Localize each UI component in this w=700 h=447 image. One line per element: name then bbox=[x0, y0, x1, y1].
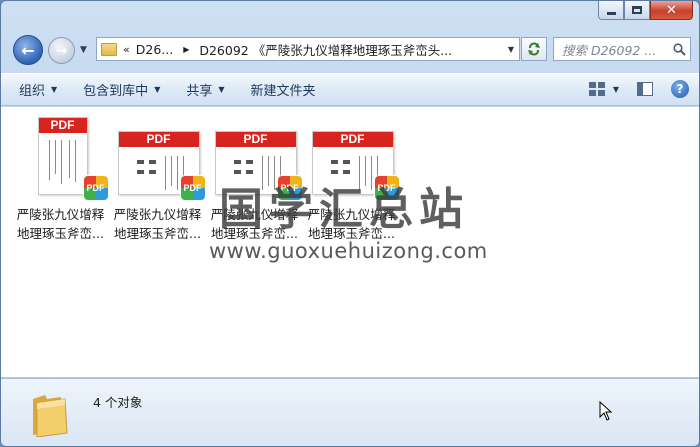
refresh-button[interactable] bbox=[521, 37, 547, 61]
item-count: 4 个对象 bbox=[93, 395, 143, 410]
file-thumbnail: PDF PDF bbox=[19, 113, 109, 201]
details-pane: 4 个对象 bbox=[1, 378, 699, 446]
address-dropdown[interactable]: ▼ bbox=[503, 45, 519, 54]
pdf-page-preview: PDF bbox=[37, 117, 88, 195]
pdf-banner: PDF bbox=[312, 132, 393, 147]
search-input[interactable]: 搜索 D26092 ... bbox=[562, 40, 668, 59]
close-icon: ✕ bbox=[666, 2, 677, 18]
back-button[interactable]: ← bbox=[13, 35, 43, 65]
chevron-down-icon: ▼ bbox=[154, 85, 161, 94]
breadcrumb-separator-icon[interactable]: ▶ bbox=[183, 45, 189, 54]
breadcrumb-overflow[interactable]: « bbox=[123, 43, 130, 56]
magnifier-glyph bbox=[672, 42, 686, 56]
file-item[interactable]: PDF PDF 严陵张九仪增释 地理琢玉斧峦... bbox=[12, 113, 109, 243]
close-button[interactable]: ✕ bbox=[650, 1, 693, 20]
watermark-url: www.guoxuehuizong.com bbox=[209, 239, 488, 263]
chevron-down-icon: ▼ bbox=[51, 85, 58, 94]
organize-label: 组织 bbox=[19, 84, 46, 99]
folder-icon bbox=[33, 395, 68, 437]
explorer-window: ✕ ← → ▼ « D26... ▶ D26092 《严陵张九仪增释地理琢玉斧峦… bbox=[0, 0, 700, 447]
navigation-bar: ← → ▼ « D26... ▶ D26092 《严陵张九仪增释地理琢玉斧峦头.… bbox=[1, 31, 699, 69]
pdf-icon: PDF bbox=[82, 175, 109, 201]
file-thumbnail: PDF PDF bbox=[116, 113, 206, 201]
watermark-title: 国学汇总站 bbox=[219, 184, 469, 235]
search-box[interactable]: 搜索 D26092 ... bbox=[553, 37, 691, 61]
minimize-icon bbox=[606, 11, 616, 15]
file-name[interactable]: 严陵张九仪增释 地理琢玉斧峦... bbox=[109, 205, 206, 243]
file-name-line-1: 严陵张九仪增释 bbox=[16, 207, 105, 222]
pdf-banner: PDF bbox=[215, 132, 296, 147]
share-label: 共享 bbox=[186, 84, 213, 99]
address-bar[interactable]: « D26... ▶ D26092 《严陵张九仪增释地理琢玉斧峦头... ▼ bbox=[96, 37, 520, 61]
back-arrow-icon: ← bbox=[21, 40, 35, 60]
help-icon[interactable]: ? bbox=[671, 80, 689, 98]
maximize-icon bbox=[632, 6, 642, 14]
forward-button[interactable]: → bbox=[48, 37, 75, 64]
view-options-dropdown[interactable]: ▼ bbox=[613, 85, 619, 94]
breadcrumb-current[interactable]: D26092 《严陵张九仪增释地理琢玉斧峦头... bbox=[199, 40, 503, 59]
file-name-line-1: 严陵张九仪增释 bbox=[113, 207, 202, 222]
refresh-icon bbox=[528, 42, 540, 56]
share-menu[interactable]: 共享 ▼ bbox=[186, 80, 224, 99]
breadcrumb-part-1[interactable]: D26... bbox=[136, 42, 173, 57]
view-options-icon[interactable] bbox=[588, 82, 605, 96]
file-list-area[interactable]: PDF PDF 严陵张九仪增释 地理琢玉斧峦... PDF PDF 严陵张九仪增… bbox=[1, 107, 699, 377]
minimize-button[interactable] bbox=[598, 1, 624, 20]
chevron-down-icon: ▼ bbox=[218, 85, 225, 94]
preview-pane-icon[interactable] bbox=[637, 82, 653, 96]
include-in-library-menu[interactable]: 包含到库中 ▼ bbox=[83, 80, 160, 99]
file-name-line-2: 地理琢玉斧峦... bbox=[17, 226, 104, 241]
forward-arrow-icon: → bbox=[55, 42, 68, 59]
folder-icon bbox=[101, 42, 117, 56]
pdf-banner: PDF bbox=[118, 132, 199, 147]
file-name[interactable]: 严陵张九仪增释 地理琢玉斧峦... bbox=[12, 205, 109, 243]
toolbar-right-group: ▼ ? bbox=[588, 80, 689, 98]
include-in-library-label: 包含到库中 bbox=[83, 84, 149, 99]
file-name-line-2: 地理琢玉斧峦... bbox=[114, 226, 201, 241]
search-icon[interactable] bbox=[668, 42, 690, 56]
history-dropdown[interactable]: ▼ bbox=[80, 45, 87, 55]
file-item[interactable]: PDF PDF 严陵张九仪增释 地理琢玉斧峦... bbox=[109, 113, 206, 243]
pdf-icon: PDF bbox=[179, 175, 206, 201]
organize-menu[interactable]: 组织 ▼ bbox=[19, 80, 57, 99]
new-folder-button[interactable]: 新建文件夹 bbox=[251, 80, 316, 99]
pdf-banner: PDF bbox=[38, 118, 87, 133]
command-bar: 组织 ▼ 包含到库中 ▼ 共享 ▼ 新建文件夹 ▼ ? bbox=[1, 73, 699, 106]
maximize-button[interactable] bbox=[624, 1, 650, 20]
cursor-icon bbox=[599, 401, 613, 421]
caption-buttons: ✕ bbox=[598, 1, 693, 21]
new-folder-label: 新建文件夹 bbox=[250, 84, 316, 99]
